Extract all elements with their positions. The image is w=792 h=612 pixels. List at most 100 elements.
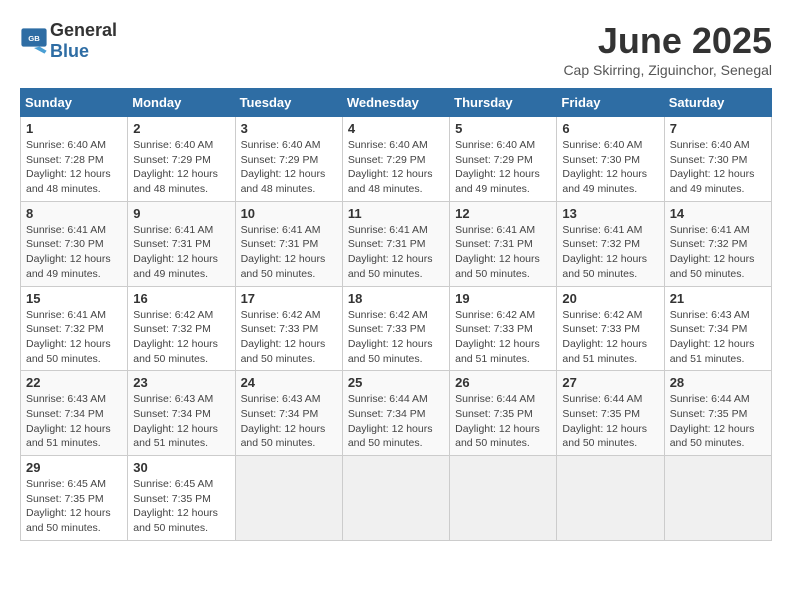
- calendar-cell: 20 Sunrise: 6:42 AMSunset: 7:33 PMDayligh…: [557, 286, 664, 371]
- calendar-week-row: 22 Sunrise: 6:43 AMSunset: 7:34 PMDayligh…: [21, 371, 772, 456]
- svg-text:GB: GB: [28, 34, 40, 43]
- calendar-cell: [664, 456, 771, 541]
- calendar-cell: 30 Sunrise: 6:45 AMSunset: 7:35 PMDayligh…: [128, 456, 235, 541]
- day-number: 7: [670, 121, 766, 136]
- calendar-cell: 11 Sunrise: 6:41 AMSunset: 7:31 PMDayligh…: [342, 201, 449, 286]
- day-info: Sunrise: 6:40 AMSunset: 7:29 PMDaylight:…: [241, 138, 337, 197]
- day-info: Sunrise: 6:40 AMSunset: 7:29 PMDaylight:…: [348, 138, 444, 197]
- calendar-cell: 25Sunrise: 6:44 AMSunset: 7:34 PMDayligh…: [342, 371, 449, 456]
- day-info: Sunrise: 6:42 AMSunset: 7:32 PMDaylight:…: [133, 308, 229, 367]
- logo-text: General Blue: [50, 20, 117, 62]
- day-number: 12: [455, 206, 551, 221]
- calendar-cell: [235, 456, 342, 541]
- day-number: 4: [348, 121, 444, 136]
- calendar-header-row: SundayMondayTuesdayWednesdayThursdayFrid…: [21, 89, 772, 117]
- day-info: Sunrise: 6:43 AMSunset: 7:34 PMDaylight:…: [133, 392, 229, 451]
- day-info: Sunrise: 6:41 AMSunset: 7:31 PMDaylight:…: [455, 223, 551, 282]
- day-info: Sunrise: 6:40 AMSunset: 7:29 PMDaylight:…: [133, 138, 229, 197]
- calendar-cell: 23 Sunrise: 6:43 AMSunset: 7:34 PMDayligh…: [128, 371, 235, 456]
- calendar-cell: 13Sunrise: 6:41 AMSunset: 7:32 PMDayligh…: [557, 201, 664, 286]
- day-info: Sunrise: 6:42 AMSunset: 7:33 PMDaylight:…: [348, 308, 444, 367]
- day-number: 28: [670, 375, 766, 390]
- day-number: 30: [133, 460, 229, 475]
- day-number: 24: [241, 375, 337, 390]
- day-info: Sunrise: 6:44 AMSunset: 7:34 PMDaylight:…: [348, 392, 444, 451]
- day-info: Sunrise: 6:40 AMSunset: 7:30 PMDaylight:…: [562, 138, 658, 197]
- calendar-cell: 12 Sunrise: 6:41 AMSunset: 7:31 PMDayligh…: [450, 201, 557, 286]
- day-info: Sunrise: 6:41 AMSunset: 7:31 PMDaylight:…: [133, 223, 229, 282]
- calendar-cell: 4 Sunrise: 6:40 AMSunset: 7:29 PMDaylight…: [342, 117, 449, 202]
- day-number: 6: [562, 121, 658, 136]
- day-number: 19: [455, 291, 551, 306]
- day-info: Sunrise: 6:42 AMSunset: 7:33 PMDaylight:…: [455, 308, 551, 367]
- calendar-cell: 15Sunrise: 6:41 AMSunset: 7:32 PMDayligh…: [21, 286, 128, 371]
- day-info: Sunrise: 6:41 AMSunset: 7:30 PMDaylight:…: [26, 223, 122, 282]
- day-of-week-header: Friday: [557, 89, 664, 117]
- day-number: 26: [455, 375, 551, 390]
- calendar-cell: 10Sunrise: 6:41 AMSunset: 7:31 PMDayligh…: [235, 201, 342, 286]
- calendar-cell: 28Sunrise: 6:44 AMSunset: 7:35 PMDayligh…: [664, 371, 771, 456]
- day-info: Sunrise: 6:40 AMSunset: 7:30 PMDaylight:…: [670, 138, 766, 197]
- day-info: Sunrise: 6:43 AMSunset: 7:34 PMDaylight:…: [670, 308, 766, 367]
- day-number: 2: [133, 121, 229, 136]
- calendar-cell: 2 Sunrise: 6:40 AMSunset: 7:29 PMDaylight…: [128, 117, 235, 202]
- calendar-cell: 24 Sunrise: 6:43 AMSunset: 7:34 PMDayligh…: [235, 371, 342, 456]
- day-number: 15: [26, 291, 122, 306]
- day-info: Sunrise: 6:40 AMSunset: 7:29 PMDaylight:…: [455, 138, 551, 197]
- calendar-cell: 29Sunrise: 6:45 AMSunset: 7:35 PMDayligh…: [21, 456, 128, 541]
- calendar-cell: 16 Sunrise: 6:42 AMSunset: 7:32 PMDayligh…: [128, 286, 235, 371]
- day-info: Sunrise: 6:40 AMSunset: 7:28 PMDaylight:…: [26, 138, 122, 197]
- day-info: Sunrise: 6:41 AMSunset: 7:31 PMDaylight:…: [241, 223, 337, 282]
- day-number: 22: [26, 375, 122, 390]
- calendar-week-row: 1Sunrise: 6:40 AMSunset: 7:28 PMDaylight…: [21, 117, 772, 202]
- logo: GB General Blue: [20, 20, 117, 62]
- day-info: Sunrise: 6:42 AMSunset: 7:33 PMDaylight:…: [241, 308, 337, 367]
- day-number: 13: [562, 206, 658, 221]
- calendar-week-row: 29 Sunrise: 6:45 AMSunset: 7:35 PMDayligh…: [21, 456, 772, 541]
- day-number: 16: [133, 291, 229, 306]
- day-number: 20: [562, 291, 658, 306]
- day-info: Sunrise: 6:44 AMSunset: 7:35 PMDaylight:…: [455, 392, 551, 451]
- day-info: Sunrise: 6:41 AMSunset: 7:32 PMDaylight:…: [670, 223, 766, 282]
- day-number: 14: [670, 206, 766, 221]
- day-info: Sunrise: 6:42 AMSunset: 7:33 PMDaylight:…: [562, 308, 658, 367]
- calendar-cell: 8 Sunrise: 6:41 AMSunset: 7:30 PMDaylight…: [21, 201, 128, 286]
- calendar-cell: 5 Sunrise: 6:40 AMSunset: 7:29 PMDaylight…: [450, 117, 557, 202]
- day-number: 3: [241, 121, 337, 136]
- day-info: Sunrise: 6:43 AMSunset: 7:34 PMDaylight:…: [241, 392, 337, 451]
- day-info: Sunrise: 6:43 AMSunset: 7:34 PMDaylight:…: [26, 392, 122, 451]
- day-of-week-header: Thursday: [450, 89, 557, 117]
- calendar-cell: 9 Sunrise: 6:41 AMSunset: 7:31 PMDaylight…: [128, 201, 235, 286]
- calendar-cell: [342, 456, 449, 541]
- day-number: 18: [348, 291, 444, 306]
- calendar-cell: 1Sunrise: 6:40 AMSunset: 7:28 PMDaylight…: [21, 117, 128, 202]
- day-info: Sunrise: 6:45 AMSunset: 7:35 PMDaylight:…: [133, 477, 229, 536]
- day-number: 11: [348, 206, 444, 221]
- calendar-week-row: 15Sunrise: 6:41 AMSunset: 7:32 PMDayligh…: [21, 286, 772, 371]
- day-number: 9: [133, 206, 229, 221]
- calendar-cell: [557, 456, 664, 541]
- calendar-cell: 18 Sunrise: 6:42 AMSunset: 7:33 PMDayligh…: [342, 286, 449, 371]
- header: GB General Blue June 2025 Cap Skirring, …: [20, 20, 772, 78]
- calendar-cell: 6 Sunrise: 6:40 AMSunset: 7:30 PMDaylight…: [557, 117, 664, 202]
- calendar-cell: 26 Sunrise: 6:44 AMSunset: 7:35 PMDayligh…: [450, 371, 557, 456]
- calendar-cell: 14 Sunrise: 6:41 AMSunset: 7:32 PMDayligh…: [664, 201, 771, 286]
- day-number: 17: [241, 291, 337, 306]
- day-info: Sunrise: 6:41 AMSunset: 7:31 PMDaylight:…: [348, 223, 444, 282]
- day-number: 8: [26, 206, 122, 221]
- calendar-week-row: 8 Sunrise: 6:41 AMSunset: 7:30 PMDaylight…: [21, 201, 772, 286]
- calendar-cell: 17 Sunrise: 6:42 AMSunset: 7:33 PMDayligh…: [235, 286, 342, 371]
- calendar-cell: 19 Sunrise: 6:42 AMSunset: 7:33 PMDayligh…: [450, 286, 557, 371]
- month-title: June 2025: [563, 20, 772, 62]
- day-info: Sunrise: 6:44 AMSunset: 7:35 PMDaylight:…: [562, 392, 658, 451]
- calendar-cell: 22 Sunrise: 6:43 AMSunset: 7:34 PMDayligh…: [21, 371, 128, 456]
- day-number: 21: [670, 291, 766, 306]
- day-number: 23: [133, 375, 229, 390]
- location-subtitle: Cap Skirring, Ziguinchor, Senegal: [563, 62, 772, 78]
- day-of-week-header: Sunday: [21, 89, 128, 117]
- day-number: 5: [455, 121, 551, 136]
- day-number: 29: [26, 460, 122, 475]
- day-of-week-header: Saturday: [664, 89, 771, 117]
- calendar-cell: 3 Sunrise: 6:40 AMSunset: 7:29 PMDaylight…: [235, 117, 342, 202]
- day-number: 27: [562, 375, 658, 390]
